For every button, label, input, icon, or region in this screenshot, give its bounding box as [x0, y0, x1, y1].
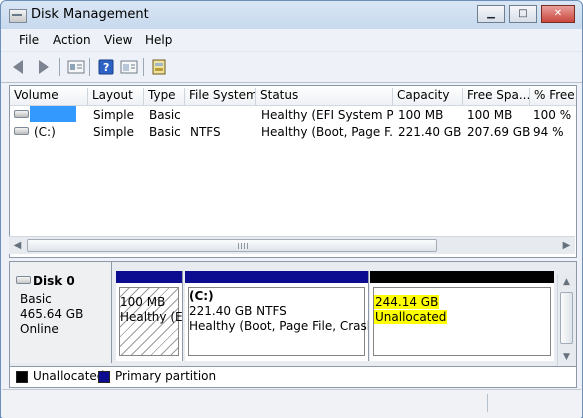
disk-state: Online	[20, 322, 59, 336]
column-status[interactable]: Status	[256, 88, 393, 105]
menu-bar: File Action View Help	[1, 30, 582, 50]
toolbar-separator	[89, 58, 90, 76]
legend-primary-partition-label: Primary partition	[115, 369, 217, 383]
c-partition-status: Healthy (Boot, Page File, Crash D	[189, 319, 369, 333]
status-bar	[2, 389, 581, 418]
show-pane-icon[interactable]	[120, 59, 138, 75]
capacity-cell: 221.40 GB	[398, 125, 462, 139]
legend: Unallocated Primary partition	[10, 366, 576, 387]
scroll-thumb[interactable]	[27, 239, 437, 252]
c-partition-size: 221.40 GB NTFS	[189, 304, 287, 318]
grip-icon	[238, 243, 248, 249]
disk-graphical-view: Disk 0 Basic 465.64 GB Online 100 MB Hea…	[9, 261, 577, 388]
vertical-scrollbar[interactable]: ▲ ▼	[557, 274, 575, 366]
scroll-up-arrow-icon[interactable]: ▲	[558, 274, 575, 291]
disk-type: Basic	[20, 292, 52, 306]
close-button[interactable]: ✕	[541, 5, 575, 23]
scroll-left-arrow-icon[interactable]: ◀	[9, 237, 26, 254]
horizontal-scrollbar[interactable]: ◀ ▶	[9, 236, 575, 254]
title-bar[interactable]: Disk Management ▁ □ ✕	[1, 1, 582, 29]
scroll-down-arrow-icon[interactable]: ▼	[558, 349, 575, 366]
unallocated-bar	[370, 271, 554, 283]
free-space-cell: 207.69 GB	[467, 125, 531, 139]
legend-unallocated-label: Unallocated	[33, 369, 105, 383]
menu-action[interactable]: Action	[53, 33, 91, 47]
disk-settings-icon[interactable]	[151, 59, 169, 75]
primary-partition-bar	[116, 271, 182, 283]
disk-name: Disk 0	[33, 274, 75, 288]
unallocated-label: Unallocated	[374, 310, 448, 324]
volume-name-cell: (C:)	[34, 125, 56, 139]
primary-partition-bar	[185, 271, 368, 283]
back-arrow-icon[interactable]	[11, 59, 29, 75]
volume-table-header: Volume Layout Type File System Status Ca…	[10, 86, 576, 106]
type-cell: Basic	[149, 125, 181, 139]
type-cell: Basic	[149, 108, 181, 122]
column-free-space[interactable]: Free Spa...	[463, 88, 530, 105]
layout-cell: Simple	[93, 125, 134, 139]
table-row[interactable]: Simple Basic Healthy (EFI System P... 10…	[10, 106, 576, 123]
vertical-scroll-thumb[interactable]	[560, 292, 573, 344]
efi-partition-size: 100 MB	[120, 295, 166, 309]
scroll-right-arrow-icon[interactable]: ▶	[558, 237, 575, 254]
column-layout[interactable]: Layout	[88, 88, 144, 105]
capacity-cell: 100 MB	[398, 108, 444, 122]
toolbar-separator	[59, 58, 60, 76]
column-percent-free[interactable]: % Free	[530, 88, 576, 105]
toolbar-separator	[143, 58, 144, 76]
free-space-cell: 100 MB	[467, 108, 513, 122]
column-file-system[interactable]: File System	[185, 88, 256, 105]
menu-help[interactable]: Help	[145, 33, 172, 47]
disk-size: 465.64 GB	[20, 307, 84, 321]
forward-arrow-icon[interactable]	[35, 59, 53, 75]
c-drive-partition[interactable]: (C:) 221.40 GB NTFS Healthy (Boot, Page …	[185, 271, 369, 361]
properties-icon[interactable]	[67, 59, 85, 75]
disk-management-window: Disk Management ▁ □ ✕ File Action View H…	[0, 0, 583, 418]
unallocated-partition[interactable]: 244.14 GB Unallocated	[370, 271, 554, 361]
menu-file[interactable]: File	[19, 33, 39, 47]
status-separator	[487, 394, 488, 412]
layout-cell: Simple	[93, 108, 134, 122]
primary-partition-legend-swatch	[98, 371, 110, 383]
efi-partition[interactable]: 100 MB Healthy (E	[116, 271, 183, 361]
unallocated-size: 244.14 GB	[374, 295, 440, 309]
volume-list: Volume Layout Type File System Status Ca…	[9, 85, 577, 258]
help-icon[interactable]: ?	[97, 59, 115, 75]
minimize-button[interactable]: ▁	[477, 5, 505, 23]
column-volume[interactable]: Volume	[10, 88, 88, 105]
volume-drive-icon	[14, 127, 29, 135]
disk-icon	[16, 276, 31, 284]
unallocated-legend-swatch	[16, 371, 28, 383]
volume-name-selected[interactable]	[30, 106, 76, 122]
disk-management-icon	[9, 9, 27, 23]
unallocated-label-highlight: Unallocated	[374, 310, 448, 324]
percent-free-cell: 100 %	[533, 108, 572, 122]
maximize-button[interactable]: □	[509, 5, 537, 23]
window-title: Disk Management	[31, 7, 149, 22]
column-capacity[interactable]: Capacity	[393, 88, 463, 105]
table-row[interactable]: (C:) Simple Basic NTFS Healthy (Boot, Pa…	[10, 123, 576, 140]
column-type[interactable]: Type	[144, 88, 185, 105]
unallocated-size-highlight: 244.14 GB	[374, 295, 440, 309]
status-cell: Healthy (EFI System P...	[261, 108, 393, 122]
status-cell: Healthy (Boot, Page F...	[261, 125, 393, 139]
disk-0-label[interactable]: Disk 0 Basic 465.64 GB Online	[10, 262, 112, 363]
efi-partition-status: Healthy (E	[120, 310, 183, 324]
percent-free-cell: 94 %	[533, 125, 564, 139]
svg-text:?: ?	[103, 61, 109, 74]
volume-drive-icon	[14, 110, 29, 118]
toolbar: ?	[1, 51, 582, 83]
c-partition-title: (C:)	[189, 289, 214, 303]
menu-view[interactable]: View	[104, 33, 132, 47]
file-system-cell: NTFS	[190, 125, 221, 139]
